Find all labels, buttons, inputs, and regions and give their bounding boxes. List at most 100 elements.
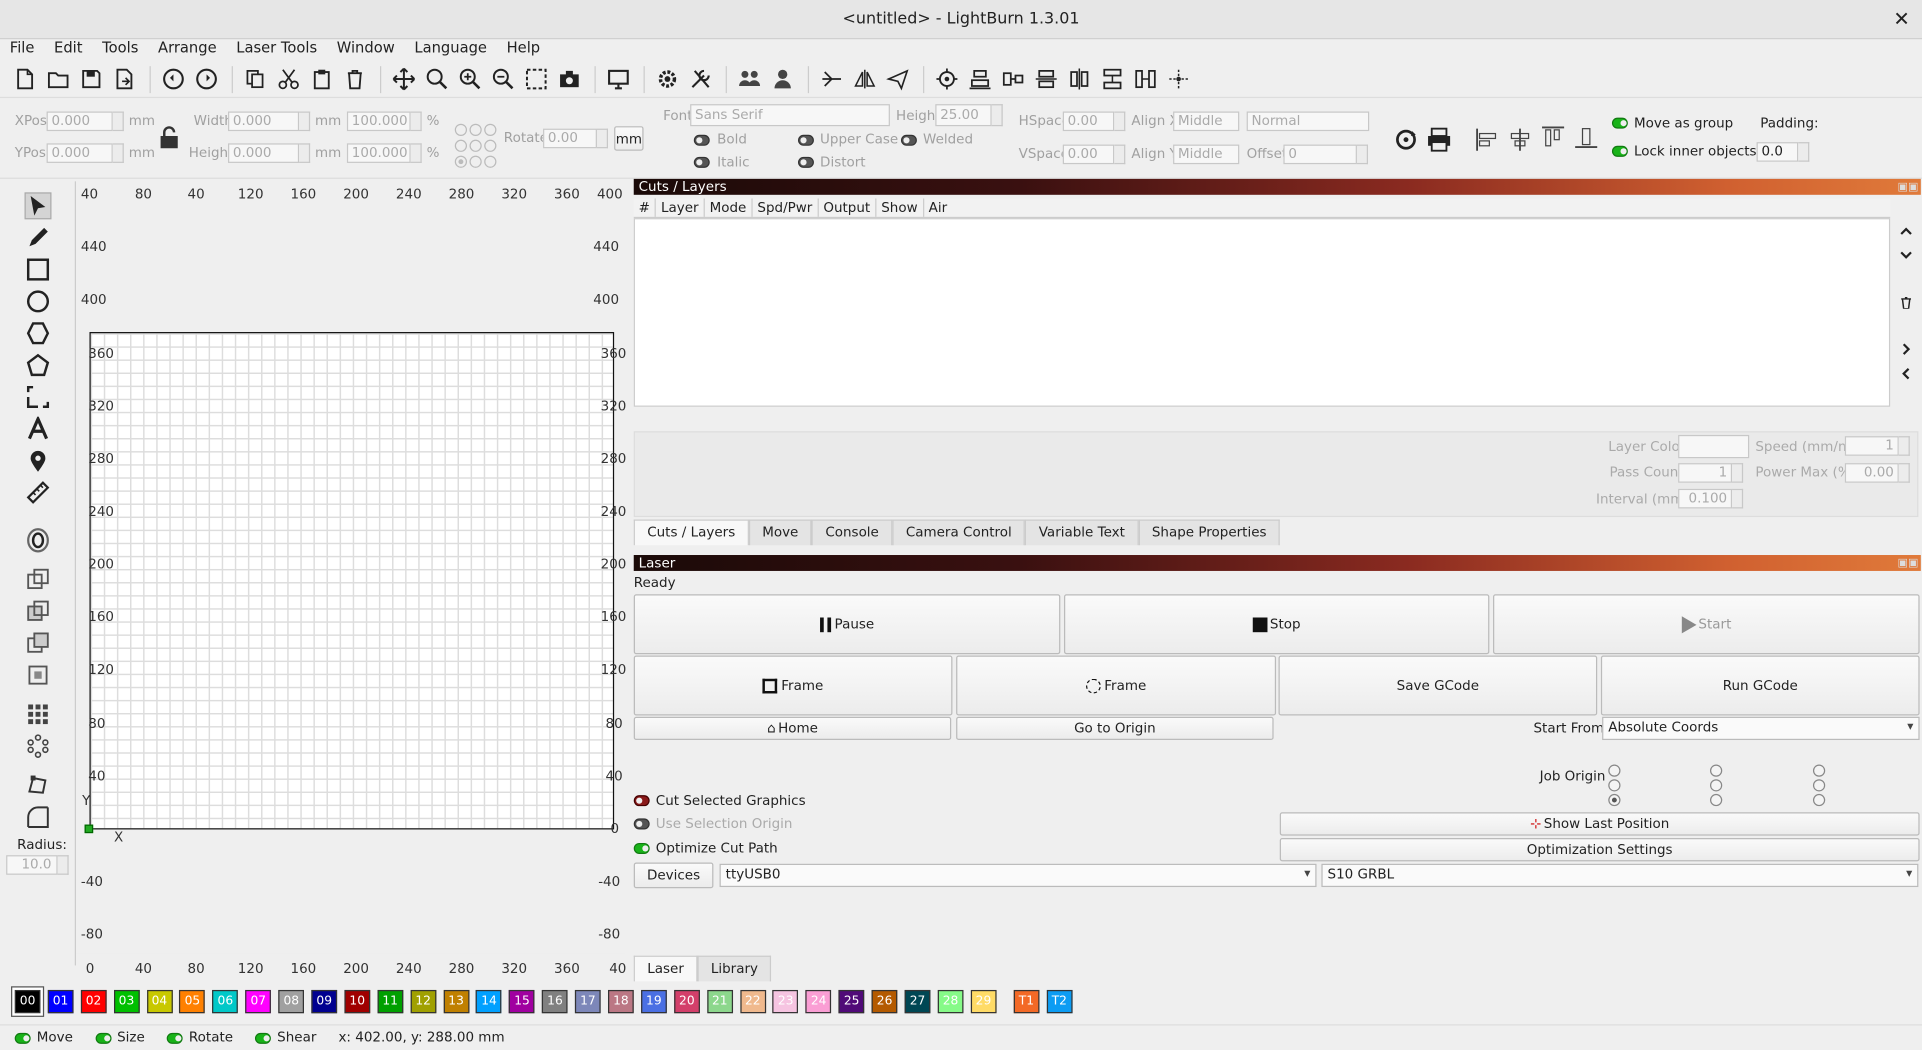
palette-swatch-07[interactable]: 07 — [245, 989, 272, 1014]
palette-swatch-24[interactable]: 24 — [805, 989, 832, 1014]
units-toggle-button[interactable]: mm — [614, 126, 644, 151]
layer-color-swatch[interactable] — [1678, 434, 1750, 459]
close-icon[interactable]: ✕ — [1893, 0, 1909, 39]
lock-icon[interactable] — [158, 125, 180, 153]
stop-button[interactable]: Stop — [1063, 594, 1490, 655]
layer-delete-icon[interactable] — [1894, 292, 1919, 314]
zoom-fit-icon[interactable] — [424, 67, 449, 92]
flip-horizontal-icon[interactable] — [819, 67, 844, 92]
align-left-icon[interactable] — [1475, 127, 1500, 155]
column-header[interactable]: Air — [924, 198, 952, 216]
column-header[interactable]: # — [634, 198, 657, 217]
job-origin-radio-bottom-left[interactable] — [1608, 793, 1621, 807]
save-gcode-button[interactable]: Save GCode — [1278, 655, 1598, 716]
panel-float-icon[interactable]: ▣▣ — [1898, 556, 1919, 572]
column-header[interactable]: Layer — [656, 198, 705, 217]
palette-swatch-20[interactable]: 20 — [673, 989, 700, 1014]
zoom-in-icon[interactable] — [457, 67, 482, 92]
width-percent-input[interactable]: 100.000 — [346, 111, 411, 132]
ypos-spinner[interactable] — [112, 143, 124, 163]
tab-camera-control[interactable]: Camera Control — [892, 519, 1026, 546]
job-origin-radio-top-center[interactable] — [1709, 764, 1723, 777]
align-center-icon[interactable] — [967, 67, 992, 92]
export-icon[interactable] — [112, 67, 137, 92]
palette-swatch-06[interactable]: 06 — [212, 989, 239, 1014]
palette-swatch-05[interactable]: 05 — [179, 989, 206, 1014]
go-to-origin-button[interactable]: Go to Origin — [956, 716, 1274, 741]
show-last-position-button[interactable]: ⊹ Show Last Position — [1279, 812, 1920, 836]
select-tool-icon[interactable] — [24, 192, 52, 220]
palette-swatch-04[interactable]: 04 — [146, 989, 173, 1014]
align-bottom-icon[interactable] — [1574, 125, 1599, 153]
menu-help[interactable]: Help — [497, 39, 550, 60]
vspace-spinner[interactable] — [1114, 144, 1126, 165]
palette-swatch-02[interactable]: 02 — [80, 989, 107, 1014]
device-select[interactable]: S10 GRBL — [1321, 863, 1919, 888]
palette-swatch-17[interactable]: 17 — [575, 989, 601, 1014]
column-header[interactable]: Mode — [705, 198, 753, 217]
palette-swatch-03[interactable]: 03 — [113, 989, 140, 1014]
anchor-grid-icon[interactable] — [454, 123, 498, 173]
align-top-icon[interactable] — [1541, 125, 1566, 153]
job-origin-radio-mid-left[interactable] — [1608, 779, 1621, 792]
start-button[interactable]: Start — [1493, 594, 1920, 655]
palette-swatch-21[interactable]: 21 — [706, 989, 733, 1014]
palette-swatch-16[interactable]: 16 — [542, 989, 568, 1014]
height-spinner[interactable] — [299, 143, 311, 163]
padding-input[interactable]: 0.0 — [1756, 142, 1799, 162]
xpos-input[interactable]: 0.000 — [46, 111, 113, 132]
italic-toggle[interactable] — [693, 156, 710, 168]
rotate-input[interactable]: 0.00 — [543, 128, 597, 149]
text-height-spinner[interactable] — [991, 104, 1003, 127]
target-icon[interactable] — [934, 67, 959, 92]
interval-input[interactable]: 0.100 — [1678, 488, 1733, 509]
layer-down-icon[interactable] — [1894, 244, 1919, 266]
palette-swatch-19[interactable]: 19 — [640, 989, 667, 1014]
pass-count-spinner[interactable] — [1732, 463, 1744, 483]
palette-swatch-28[interactable]: 28 — [937, 989, 964, 1014]
font-select[interactable]: Sans Serif — [690, 104, 890, 127]
boolean-union-icon[interactable] — [25, 598, 52, 625]
hspace-spinner[interactable] — [1114, 111, 1126, 132]
palette-swatch-15[interactable]: 15 — [509, 989, 535, 1014]
tab-shape-properties[interactable]: Shape Properties — [1138, 519, 1281, 546]
rectangle-tool-icon[interactable] — [25, 256, 52, 283]
speed-spinner[interactable] — [1898, 436, 1910, 456]
frame-rect-button[interactable]: Frame — [633, 655, 953, 716]
rotate-spinner[interactable] — [596, 128, 608, 149]
zoom-page-icon[interactable] — [523, 67, 548, 92]
rotate-toggle[interactable] — [166, 1032, 183, 1044]
use-selection-origin-toggle[interactable] — [633, 818, 650, 830]
align-y-select[interactable]: Middle — [1173, 144, 1240, 165]
camera-icon[interactable] — [557, 67, 582, 92]
speed-input[interactable]: 1 — [1844, 436, 1899, 456]
panel-float-icon[interactable]: ▣▣ — [1898, 180, 1919, 196]
job-origin-radio-bottom-center[interactable] — [1709, 793, 1723, 807]
grid-array-icon[interactable] — [25, 701, 52, 728]
port-select[interactable]: ttyUSB0 — [719, 863, 1317, 888]
height-input[interactable]: 0.000 — [227, 143, 300, 163]
measure-tool-icon[interactable] — [25, 479, 52, 506]
palette-swatch-11[interactable]: 11 — [377, 989, 404, 1014]
zoom-out-icon[interactable] — [490, 67, 515, 92]
job-origin-radio-mid-center[interactable] — [1709, 779, 1723, 792]
polygon-tool-icon[interactable] — [25, 320, 52, 347]
height-percent-input[interactable]: 100.000 — [346, 143, 411, 163]
menu-laser-tools[interactable]: Laser Tools — [226, 39, 326, 60]
hspace-input[interactable]: 0.00 — [1062, 111, 1115, 132]
height-percent-spinner[interactable] — [410, 143, 422, 163]
padding-spinner[interactable] — [1798, 142, 1810, 162]
ypos-input[interactable]: 0.000 — [46, 143, 113, 163]
palette-swatch-10[interactable]: 10 — [344, 989, 371, 1014]
run-gcode-button[interactable]: Run GCode — [1600, 655, 1920, 716]
shear-toggle[interactable] — [255, 1032, 272, 1044]
distribute-vertical-icon[interactable] — [1033, 67, 1058, 92]
menu-language[interactable]: Language — [405, 39, 497, 60]
frame-circle-button[interactable]: Frame — [956, 655, 1277, 716]
column-header[interactable]: Output — [818, 198, 877, 217]
settings-gear-icon[interactable] — [655, 67, 680, 92]
edit-nodes-icon[interactable] — [25, 772, 52, 799]
column-header[interactable]: Spd/Pwr — [752, 198, 819, 217]
delete-icon[interactable] — [342, 67, 367, 92]
palette-swatch-t2[interactable]: T2 — [1046, 989, 1073, 1014]
